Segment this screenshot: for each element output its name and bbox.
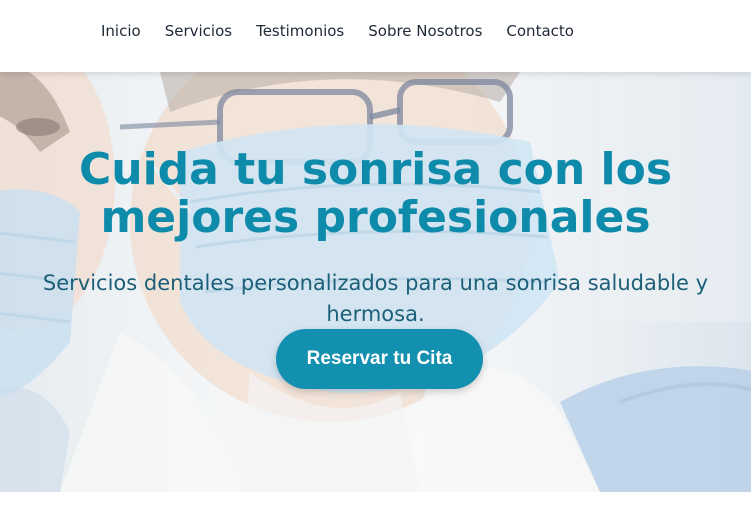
nav-link-testimonios[interactable]: Testimonios <box>256 22 344 40</box>
nav-link-sobre-nosotros[interactable]: Sobre Nosotros <box>368 22 482 40</box>
hero-title: Cuida tu sonrisa con los mejores profesi… <box>78 144 673 243</box>
nav-link-servicios[interactable]: Servicios <box>165 22 232 40</box>
hero-section: Cuida tu sonrisa con los mejores profesi… <box>0 72 751 492</box>
nav-link-inicio[interactable]: Inicio <box>101 22 141 40</box>
top-navbar: Inicio Servicios Testimonios Sobre Nosot… <box>0 0 751 72</box>
hero-subtitle: Servicios dentales personalizados para u… <box>42 271 709 326</box>
reservar-cita-button[interactable]: Reservar tu Cita <box>276 329 483 389</box>
nav-link-contacto[interactable]: Contacto <box>506 22 574 40</box>
